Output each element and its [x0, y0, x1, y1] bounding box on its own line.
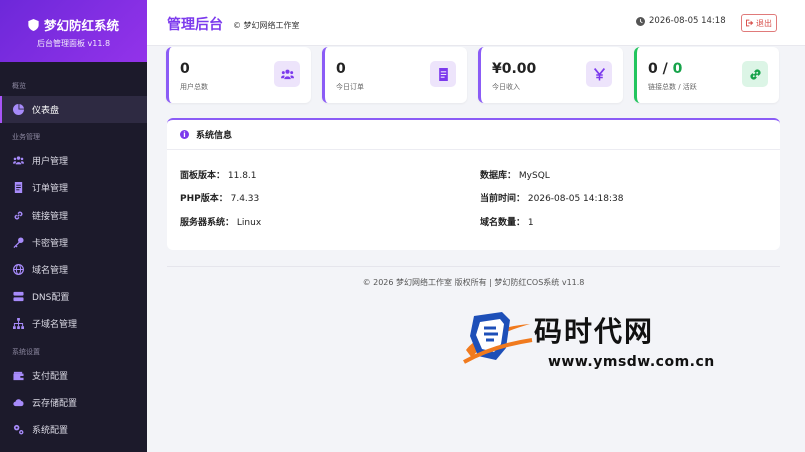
php-version-value: 7.4.33 [230, 194, 260, 204]
stat-label: 链接总数 / 活跃 [648, 83, 697, 91]
key-icon [13, 237, 24, 248]
yen-icon [593, 67, 605, 80]
stat-card-orders: 0 今日订单 [322, 47, 467, 103]
sitemap-icon [13, 318, 24, 330]
sidebar: 梦幻防红系统 后台管理面板 v11.8 概览 仪表盘 业务管理 用户管理 订单管… [0, 0, 147, 452]
domain-count-row: 域名数量： 1 [480, 218, 534, 228]
page-title: 管理后台 [167, 17, 223, 33]
sidebar-item-label: 支付配置 [32, 371, 69, 382]
sidebar-item-orders[interactable]: 订单管理 [0, 174, 147, 201]
time-text: 2026-08-05 14:18 [649, 16, 726, 26]
wallet-icon [13, 371, 24, 380]
stat-value: 0 [180, 61, 190, 77]
sidebar-item-dashboard[interactable]: 仪表盘 [0, 96, 147, 124]
stat-label: 用户总数 [180, 83, 208, 91]
sidebar-item-label: 域名管理 [32, 266, 69, 277]
order-icon [438, 67, 448, 81]
watermark-logo-icon [463, 312, 533, 364]
clock-icon [636, 16, 645, 26]
page-footer: © 2026 梦幻网络工作室 版权所有 | 梦幻防红COS系统 v11.8 [167, 266, 780, 288]
brand-title: 梦幻防红系统 [43, 18, 119, 33]
links-total: 0 / [648, 61, 673, 77]
system-info-panel: i 系统信息 面板版本： 11.8.1 PHP版本： 7.4.33 服务器系统：… [167, 118, 780, 250]
watermark: 码时代网 www.ymsdw.com.cn [462, 306, 722, 376]
users-icon [13, 156, 24, 165]
sidebar-item-label: DNS配置 [32, 293, 70, 304]
sidebar-item-label: 仪表盘 [32, 106, 60, 117]
sign-out-icon [746, 19, 754, 27]
panel-version-row: 面板版本： 11.8.1 [180, 171, 257, 181]
sidebar-item-payment[interactable]: 支付配置 [0, 362, 147, 389]
links-active: 0 [672, 61, 683, 77]
section-settings: 系统设置 [12, 347, 40, 356]
link-icon [749, 68, 761, 80]
shield-icon [28, 18, 39, 31]
cogs-icon [13, 424, 24, 435]
link-icon [14, 211, 23, 220]
sidebar-item-label: 链接管理 [32, 211, 69, 222]
current-time-value: 2026-08-05 14:18:38 [527, 194, 624, 204]
server-icon [13, 292, 24, 302]
panel-version-value: 11.8.1 [227, 171, 257, 181]
users-icon [280, 69, 294, 79]
dashboard-icon [13, 104, 24, 116]
watermark-url: www.ymsdw.com.cn [548, 354, 715, 370]
logout-label: 退出 [756, 18, 772, 28]
stat-card-links: 0 / 0 链接总数 / 活跃 [634, 47, 779, 103]
stat-value: 0 [336, 61, 346, 77]
current-time: 2026-08-05 14:18 [636, 16, 726, 26]
globe-icon [13, 264, 24, 275]
stat-card-users: 0 用户总数 [166, 47, 311, 103]
stat-value: ¥0.00 [492, 61, 537, 77]
stat-label: 今日订单 [336, 83, 364, 91]
sidebar-item-cloud-storage[interactable]: 云存储配置 [0, 389, 147, 416]
brand-header: 梦幻防红系统 后台管理面板 v11.8 [0, 0, 147, 62]
sidebar-item-domains[interactable]: 域名管理 [0, 256, 147, 283]
database-value: MySQL [518, 171, 550, 181]
studio-copyright: © 梦幻网络工作室 [233, 21, 300, 30]
sidebar-item-subdomains[interactable]: 子域名管理 [0, 310, 147, 337]
system-info-title: 系统信息 [196, 131, 233, 141]
current-time-row: 当前时间： 2026-08-05 14:18:38 [480, 194, 624, 204]
watermark-text: 码时代网 [534, 315, 655, 348]
sidebar-item-cardkeys[interactable]: 卡密管理 [0, 229, 147, 256]
sidebar-item-users[interactable]: 用户管理 [0, 147, 147, 174]
sidebar-item-label: 云存储配置 [32, 398, 78, 409]
sidebar-item-label: 系统配置 [32, 425, 69, 436]
order-icon [14, 182, 23, 194]
info-icon: i [180, 130, 189, 139]
brand-subtitle: 后台管理面板 v11.8 [36, 39, 111, 48]
sidebar-item-label: 子域名管理 [32, 320, 78, 331]
database-row: 数据库： MySQL [480, 171, 550, 181]
stat-value: 0 / 0 [648, 61, 682, 77]
sidebar-item-label: 卡密管理 [32, 238, 69, 249]
section-business: 业务管理 [12, 133, 40, 142]
cloud-icon [13, 398, 24, 406]
server-os-row: 服务器系统： Linux [180, 218, 262, 228]
sidebar-item-dns[interactable]: DNS配置 [0, 283, 147, 310]
section-overview: 概览 [12, 82, 26, 90]
logout-button[interactable]: 退出 [741, 14, 777, 32]
php-version-row: PHP版本： 7.4.33 [180, 194, 260, 204]
top-header: 管理后台 © 梦幻网络工作室 2026-08-05 14:18 退出 [147, 0, 805, 46]
sidebar-item-label: 订单管理 [32, 184, 69, 195]
stat-card-income: ¥0.00 今日收入 [478, 47, 623, 103]
domain-count-value: 1 [527, 218, 534, 228]
sidebar-item-system-config[interactable]: 系统配置 [0, 416, 147, 443]
sidebar-item-label: 用户管理 [32, 157, 69, 168]
server-os-value: Linux [236, 218, 262, 228]
stat-label: 今日收入 [492, 83, 520, 91]
sidebar-item-links[interactable]: 链接管理 [0, 202, 147, 229]
